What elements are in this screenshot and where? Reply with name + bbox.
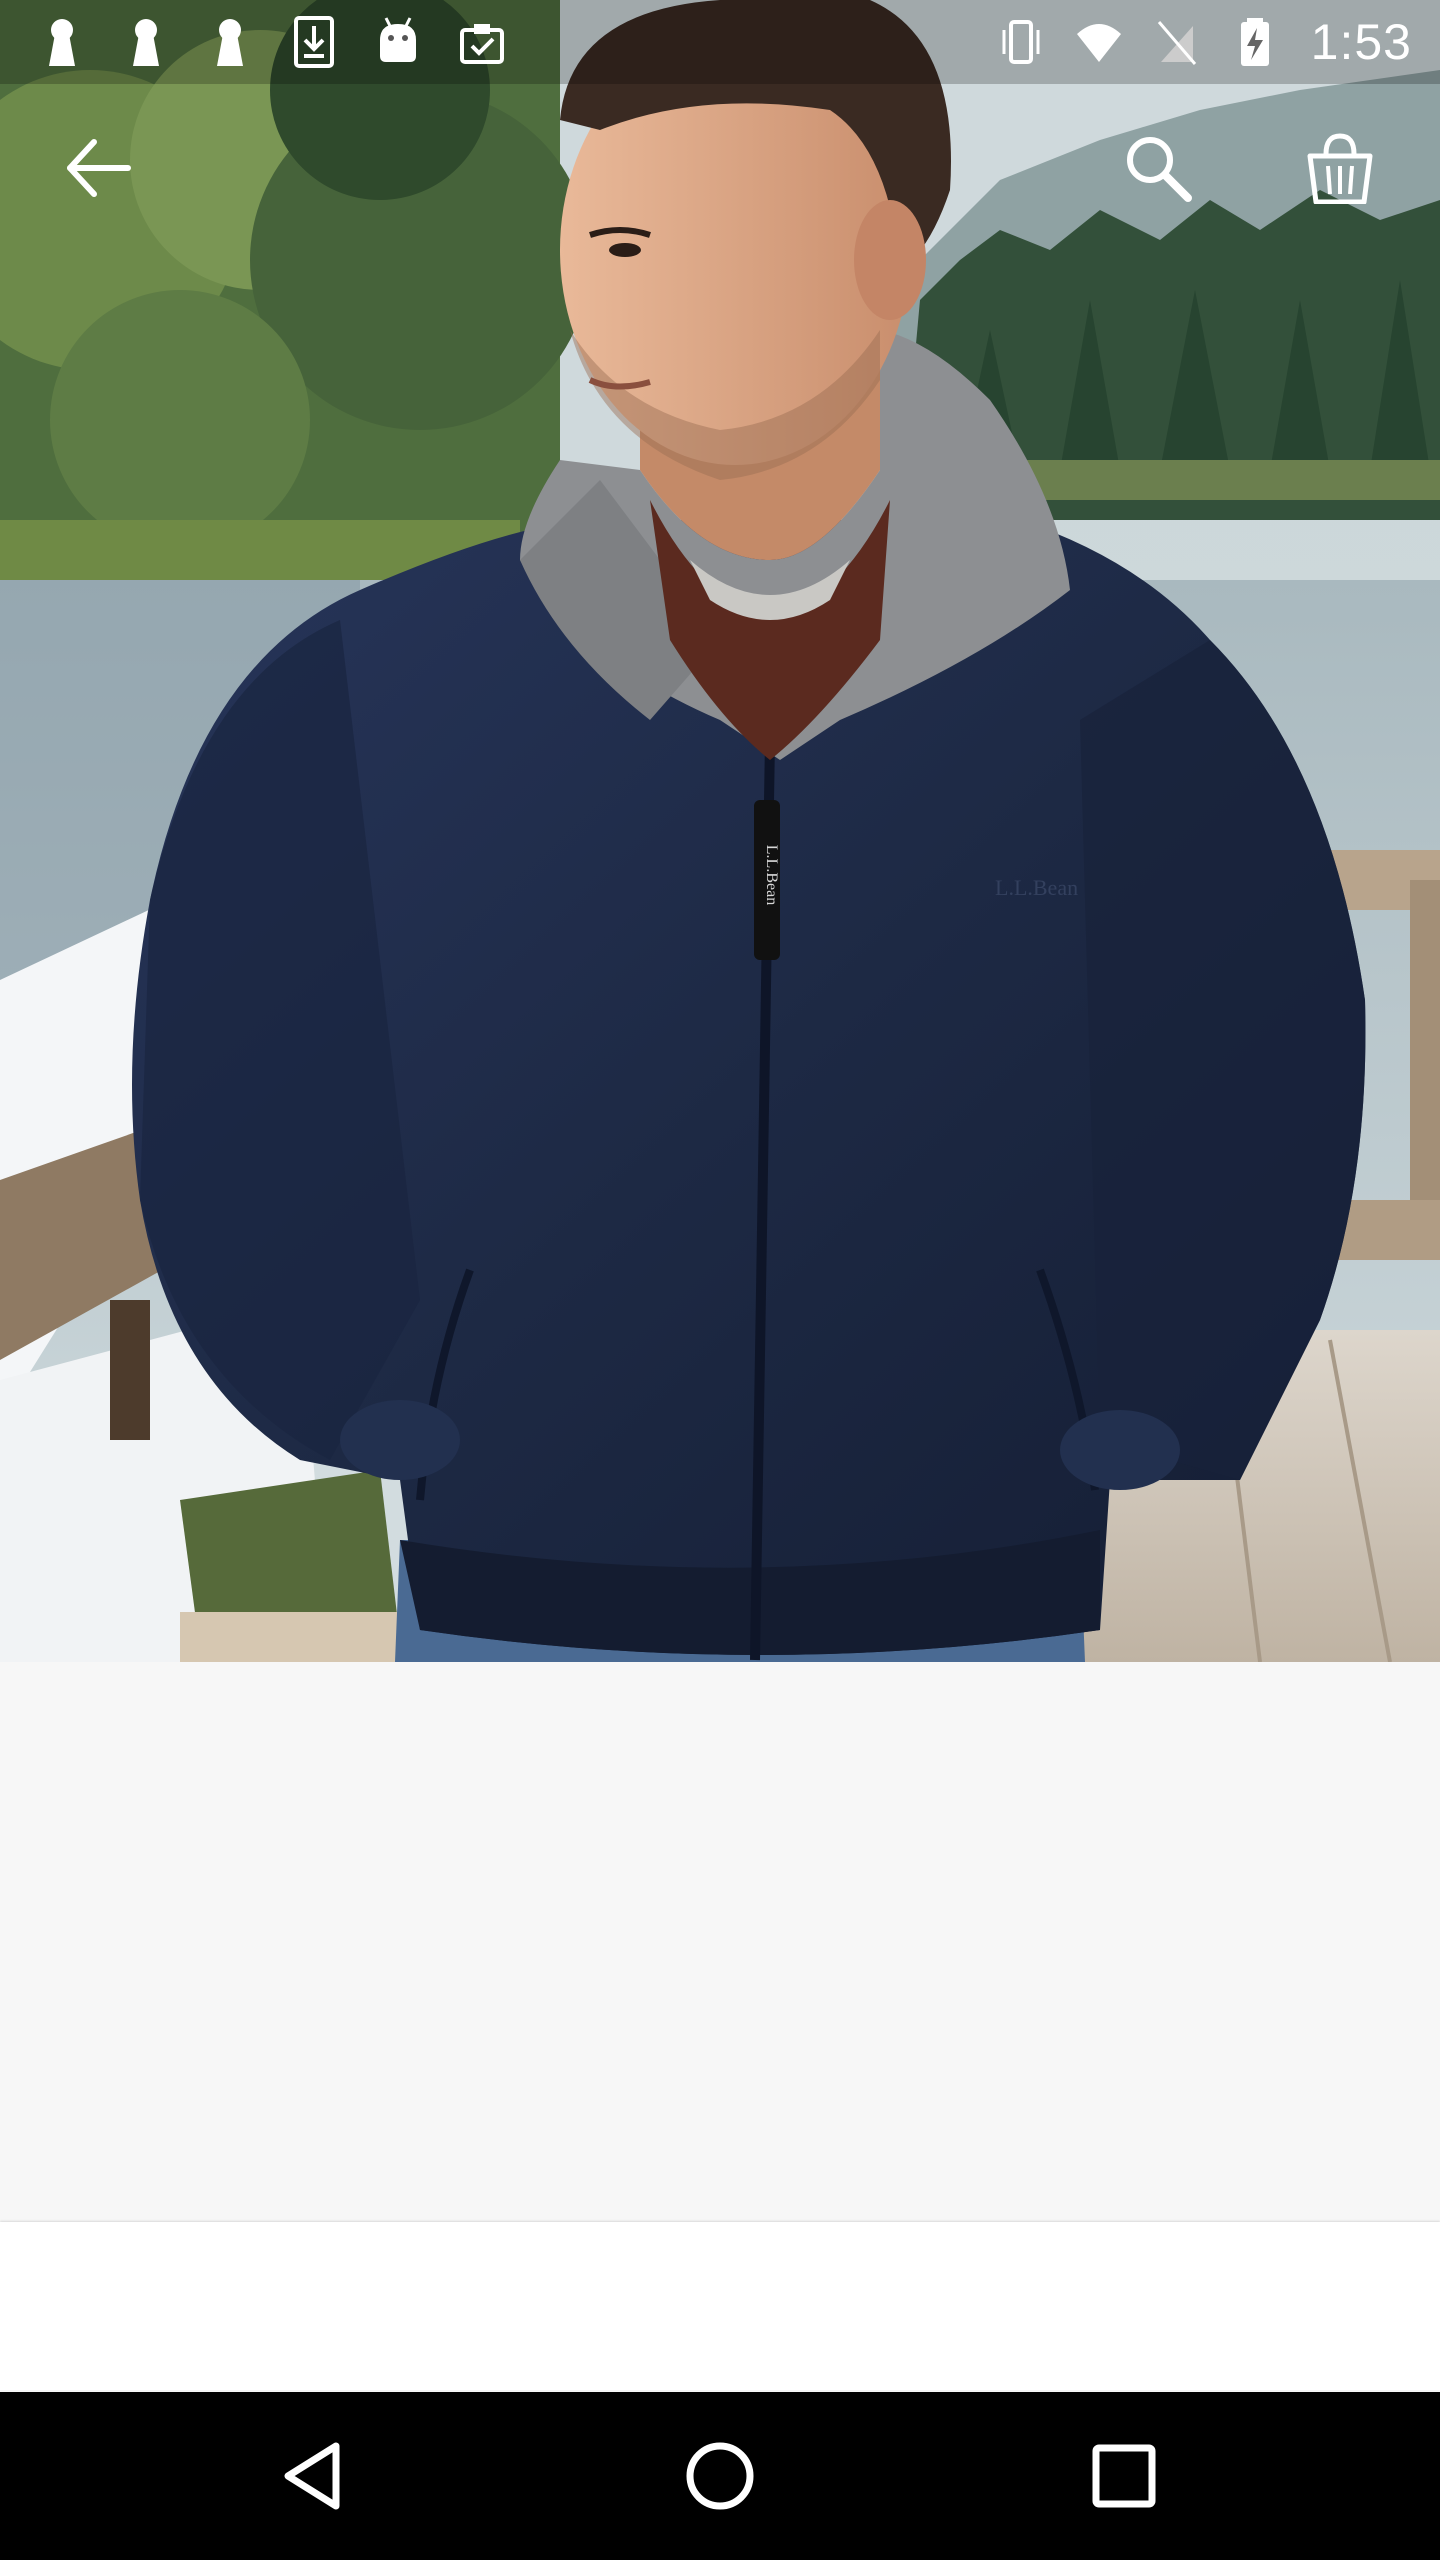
- shopping-bag-button[interactable]: [1292, 120, 1388, 216]
- clipboard-check-icon: [460, 16, 504, 68]
- download-icon: [292, 16, 336, 68]
- navigation-bar: [0, 2392, 1440, 2560]
- search-icon: [1127, 137, 1192, 202]
- back-arrow-icon: [67, 139, 131, 197]
- nav-back-button[interactable]: [266, 2426, 366, 2526]
- keyhole-icon: [124, 16, 168, 68]
- keyhole-icon: [40, 16, 84, 68]
- nav-recents-button[interactable]: [1074, 2426, 1174, 2526]
- keyhole-icon: [208, 16, 252, 68]
- product-info-area: [0, 1662, 1440, 2222]
- status-bar: 1:53: [0, 0, 1440, 84]
- nav-home-icon: [686, 2442, 754, 2510]
- nav-home-button[interactable]: [670, 2426, 770, 2526]
- status-time: 1:53: [1310, 14, 1412, 70]
- nav-recents-icon: [1092, 2444, 1156, 2508]
- status-bar-system: 1:53: [999, 0, 1412, 84]
- shopping-bag-icon: [1307, 133, 1373, 204]
- zipper-pull-logo-text: L.L.Bean: [763, 845, 780, 905]
- product-image[interactable]: L.L.Bean L.L.Bean: [0, 0, 1440, 1662]
- status-bar-notifications: [40, 0, 504, 84]
- wifi-icon: [1076, 16, 1121, 68]
- product-photo-illustration: L.L.Bean L.L.Bean: [0, 0, 1440, 1662]
- vibrate-icon: [999, 16, 1043, 68]
- battery-charging-icon: [1233, 16, 1277, 68]
- back-button[interactable]: [50, 120, 146, 216]
- android-icon: [376, 16, 420, 68]
- nav-back-icon: [284, 2442, 340, 2510]
- search-button[interactable]: [1110, 120, 1206, 216]
- no-sim-icon: [1155, 16, 1199, 68]
- chest-logo-text: L.L.Bean: [995, 875, 1078, 900]
- bottom-action-panel: [0, 2222, 1440, 2390]
